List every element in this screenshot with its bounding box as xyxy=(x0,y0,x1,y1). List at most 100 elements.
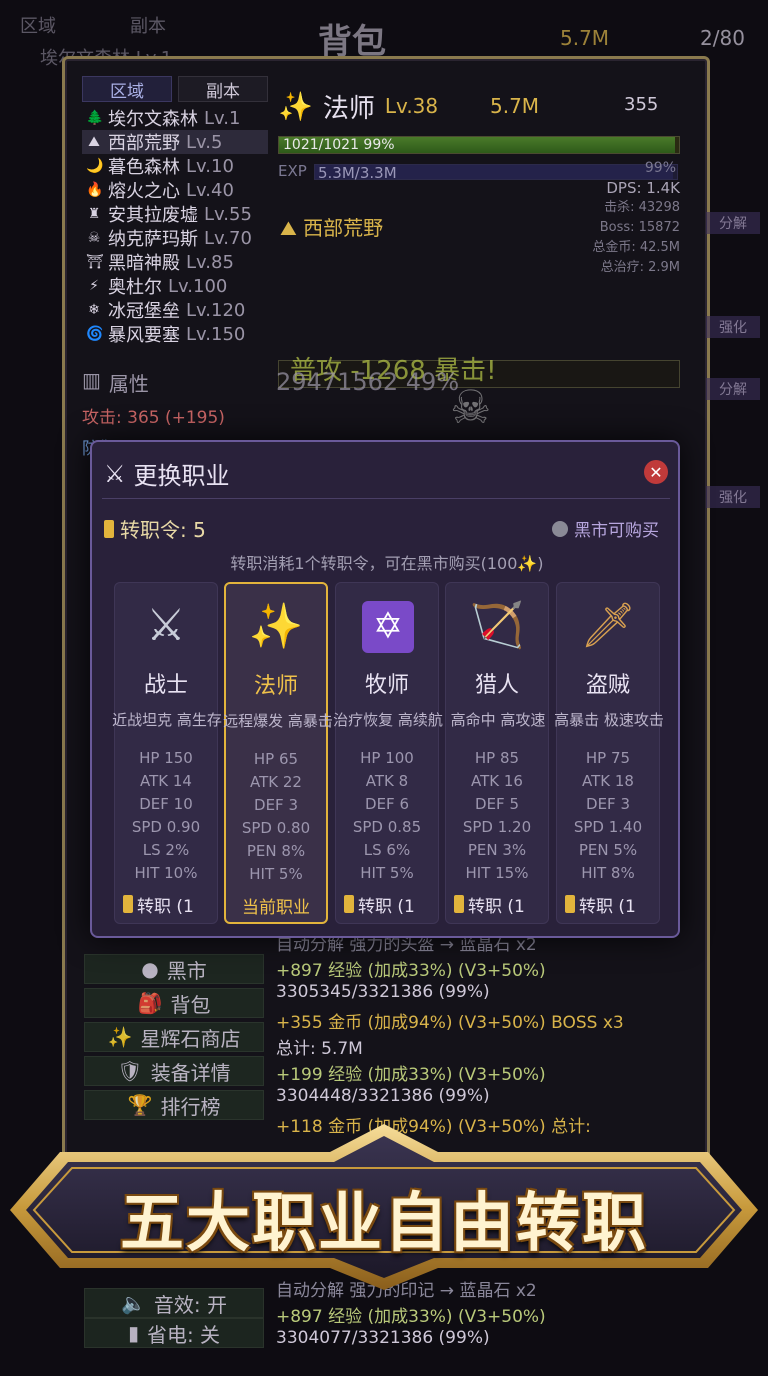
coin-icon xyxy=(552,520,568,537)
zone-list: 🌲 埃尔文森林 Lv.1 ⛰ 西部荒野 Lv.5 🌙 暮色森林 Lv.10 🔥 熔火之心 Lv.… xyxy=(82,106,268,346)
class-stats: HP 65 ATK 22 DEF 3 SPD 0.80 PEN 8% HIT 5% xyxy=(241,750,311,883)
enemy-hp-text: 29471562 49% xyxy=(276,368,460,396)
moon-icon: 🌙 xyxy=(86,158,104,174)
class-card-mage[interactable]: ✨ 法师 远程爆发 高暴击 HP 65 ATK 22 DEF 3 SPD 0.80 P… xyxy=(223,582,333,924)
scroll-icon xyxy=(104,519,114,538)
current-zone: ⛰ 西部荒野 xyxy=(280,216,384,240)
power-save-toggle[interactable]: ▮ 省电: 关 xyxy=(84,1318,264,1348)
zone-item[interactable]: 🌀 暴风要塞 Lv.150 xyxy=(82,322,268,347)
class-name: 猎人 xyxy=(474,673,519,698)
zone-item[interactable]: ⛩ 黑暗神殿 Lv.85 xyxy=(82,250,268,275)
zone-item[interactable]: ⛰ 西部荒野 Lv.5 xyxy=(82,130,268,154)
log-line: +355 金币 (加成94%) (V3+50%) BOSS x3 xyxy=(276,1013,624,1033)
close-icon: ✕ xyxy=(649,462,663,482)
left-panel: 区域 副本 🌲 埃尔文森林 Lv.1 ⛰ 西部荒野 Lv.5 🌙 暮色森林 Lv.10 🔥 熔… xyxy=(82,76,268,459)
class-card-hunter[interactable]: 🏹 猎人 高命中 高攻速 HP 85 ATK 16 DEF 5 SPD 1.20 PE… xyxy=(445,582,549,924)
class-stats: HP 75 ATK 18 DEF 3 SPD 1.40 PEN 5% HIT 8% xyxy=(573,749,643,882)
shield-icon: 🛡 xyxy=(117,1059,143,1083)
hill-icon: ⛰ xyxy=(280,216,304,240)
current-class-label: 当前职业 xyxy=(242,897,310,918)
zone-item[interactable]: ☠ 纳克萨玛斯 Lv.70 xyxy=(82,226,268,251)
hero-class: 法师 xyxy=(322,93,375,124)
bow-icon: 🏹 xyxy=(469,600,525,651)
change-class-button[interactable]: 转职 (1 xyxy=(454,891,542,917)
close-button[interactable]: ✕ xyxy=(644,460,668,484)
enhance-button[interactable]: 强化 xyxy=(706,316,760,338)
backpack-icon: 🎒 xyxy=(137,991,163,1015)
skull-icon: ☠ xyxy=(450,380,492,434)
tab-zones[interactable]: 区域 xyxy=(82,76,172,102)
speaker-icon: 🔈 xyxy=(120,1291,146,1315)
log-line: 总计: 5.7M xyxy=(276,1039,363,1059)
class-name: 法师 xyxy=(253,674,298,699)
decompose-button[interactable]: 分解 xyxy=(706,378,760,400)
log-line: 3305345/3321386 (99%) xyxy=(276,982,490,1002)
log-line: 3304077/3321386 (99%) xyxy=(276,1328,490,1348)
change-class-button[interactable]: 转职 (1 xyxy=(344,891,432,917)
class-card-warrior[interactable]: ⚔ 战士 近战坦克 高生存 HP 150 ATK 14 DEF 10 SPD 0.9… xyxy=(112,582,222,924)
class-name: 牧师 xyxy=(364,673,409,698)
class-card-rogue[interactable]: 🗡 盗贼 高暴击 极速攻击 HP 75 ATK 18 DEF 3 SPD 1.40 P… xyxy=(554,582,664,924)
hero-header: ✨ 法师 Lv.38 5.7M 355 xyxy=(278,86,688,126)
menu-backpack[interactable]: 🎒 背包 xyxy=(84,988,264,1018)
hero-level: Lv.38 xyxy=(384,94,439,118)
dialog-title: ⚔ 更换职业 xyxy=(104,459,230,491)
hill-icon: ⛰ xyxy=(88,134,100,150)
fire-icon: 🔥 xyxy=(86,182,104,198)
sparkles-icon: ✨ xyxy=(278,89,313,123)
class-card-priest[interactable]: ✡ 牧师 治疗恢复 高续航 HP 100 ATK 8 DEF 6 SPD 0.85 L… xyxy=(333,582,443,924)
attack-stat: 攻击: 365 (+195) xyxy=(82,408,225,428)
bg-gold: 5.7M xyxy=(560,26,610,50)
class-cards: ⚔ 战士 近战坦克 高生存 HP 150 ATK 14 DEF 10 SPD 0.9… xyxy=(112,582,664,926)
log-line: +897 经验 (加成33%) (V3+50%) xyxy=(276,961,546,981)
menu-leaderboard[interactable]: 🏆 排行榜 xyxy=(84,1090,264,1120)
dagger-icon: 🗡 xyxy=(580,600,636,651)
scroll-icon xyxy=(344,895,354,913)
menu-equipment[interactable]: 🛡 装备详情 xyxy=(84,1056,264,1086)
enhance-button[interactable]: 强化 xyxy=(706,486,760,508)
change-class-button[interactable]: 转职 (1 xyxy=(123,891,211,917)
change-class-dialog: ⚔ 更换职业 ✕ 转职令: 5 黑市可购买 转职消耗1个转职令，可在黑市购买(1… xyxy=(90,440,680,938)
crossed-swords-icon: ⚔ xyxy=(146,600,186,651)
zone-item[interactable]: ♜ 安其拉废墟 Lv.55 xyxy=(82,202,268,227)
snow-icon: ❄ xyxy=(88,302,100,318)
temple-icon: ⛩ xyxy=(86,254,104,270)
sound-toggle[interactable]: 🔈 音效: 开 xyxy=(84,1288,264,1318)
log-line: +897 经验 (加成33%) (V3+50%) xyxy=(276,1307,546,1327)
zone-item[interactable]: 🌲 埃尔文森林 Lv.1 xyxy=(82,106,268,131)
hp-bar: 1021/1021 99% xyxy=(278,136,680,154)
promo-banner: 五大职业自由转职 xyxy=(0,1122,768,1292)
scroll-icon xyxy=(454,895,464,913)
class-desc: 高暴击 极速攻击 xyxy=(554,711,664,729)
zone-item[interactable]: 🔥 熔火之心 Lv.40 xyxy=(82,178,268,203)
class-stats: HP 150 ATK 14 DEF 10 SPD 0.90 LS 2% HIT 10% xyxy=(131,749,201,882)
zone-item[interactable]: ❄ 冰冠堡垒 Lv.120 xyxy=(82,298,268,323)
tab-dungeons[interactable]: 副本 xyxy=(178,76,268,102)
scroll-icon xyxy=(123,895,133,913)
attributes-header: ▥ 属性 xyxy=(82,368,149,396)
zone-item[interactable]: ⚡ 奥杜尔 Lv.100 xyxy=(82,274,268,299)
banner-title: 五大职业自由转职 xyxy=(120,1187,648,1261)
sparkles-icon: ✨ xyxy=(107,1025,133,1049)
menu-black-market[interactable]: ● 黑市 xyxy=(84,954,264,984)
skull-icon: ☠ xyxy=(87,230,101,246)
hero-gold: 5.7M xyxy=(490,94,540,118)
log-line: 3304448/3321386 (99%) xyxy=(276,1086,490,1106)
class-token-count: 转职令: 5 xyxy=(104,514,206,543)
lightning-icon: ⚡ xyxy=(89,278,99,294)
storm-icon: 🌀 xyxy=(86,326,104,342)
zone-item[interactable]: 🌙 暮色森林 Lv.10 xyxy=(82,154,268,179)
decompose-button[interactable]: 分解 xyxy=(706,212,760,234)
menu-starstone-shop[interactable]: ✨ 星辉石商店 xyxy=(84,1022,264,1052)
battery-icon: ▮ xyxy=(127,1321,139,1345)
bg-slots: 2/80 xyxy=(700,26,745,50)
crossed-swords-icon: ⚔ xyxy=(104,459,126,488)
change-class-button[interactable]: 转职 (1 xyxy=(565,891,653,917)
star-of-david-icon: ✡ xyxy=(362,601,414,653)
cost-note: 转职消耗1个转职令，可在黑市购买(100✨) xyxy=(230,554,544,573)
scroll-icon xyxy=(565,895,575,913)
log-line: +199 经验 (加成33%) (V3+50%) xyxy=(276,1065,546,1085)
black-market-link[interactable]: 黑市可购买 xyxy=(552,516,659,541)
dot-icon: ● xyxy=(141,957,159,981)
bg-zone-tab: 区域 xyxy=(20,16,56,37)
